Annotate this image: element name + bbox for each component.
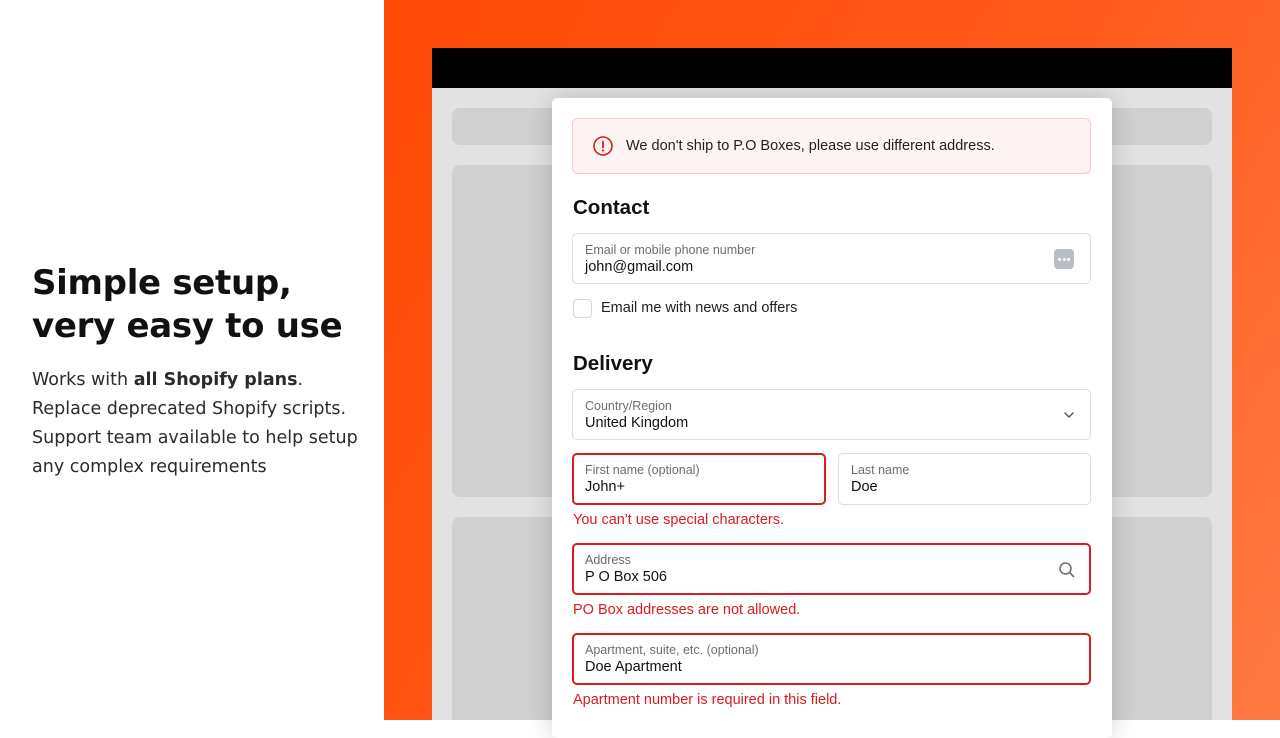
delivery-heading: Delivery bbox=[573, 352, 653, 375]
apartment-value: Doe Apartment bbox=[585, 659, 682, 675]
error-banner-message: We don't ship to P.O Boxes, please use d… bbox=[626, 138, 995, 154]
first-name-label: First name (optional) bbox=[585, 463, 700, 477]
last-name-field[interactable]: Last name Doe bbox=[838, 453, 1091, 505]
email-field[interactable]: Email or mobile phone number john@gmail.… bbox=[572, 233, 1091, 284]
first-name-value: John+ bbox=[585, 479, 625, 495]
country-value: United Kingdom bbox=[585, 415, 689, 431]
description-line2: Replace deprecated Shopify scripts. bbox=[32, 399, 347, 419]
last-name-value: Doe bbox=[851, 479, 878, 495]
alert-circle-icon bbox=[593, 136, 613, 156]
country-label: Country/Region bbox=[585, 399, 672, 413]
description-line1-suffix: . bbox=[297, 370, 304, 390]
apartment-label: Apartment, suite, etc. (optional) bbox=[585, 643, 759, 657]
address-label: Address bbox=[585, 553, 631, 567]
more-dots-icon[interactable] bbox=[1054, 249, 1074, 269]
description-line1-bold: all Shopify plans bbox=[133, 370, 298, 390]
country-select[interactable]: Country/Region United Kingdom bbox=[572, 389, 1091, 440]
description-line3: Support team available to help setup any… bbox=[32, 428, 358, 477]
chevron-down-icon bbox=[1064, 412, 1074, 418]
address-error: PO Box addresses are not allowed. bbox=[573, 602, 801, 618]
description-line1-prefix: Works with bbox=[32, 370, 134, 390]
headline: Simple setup, very easy to use bbox=[32, 263, 343, 346]
search-icon[interactable] bbox=[1057, 560, 1077, 580]
address-value: P O Box 506 bbox=[585, 569, 667, 585]
first-name-field[interactable]: First name (optional) John+ bbox=[572, 453, 826, 505]
newsletter-checkbox[interactable] bbox=[573, 299, 592, 318]
last-name-label: Last name bbox=[851, 463, 910, 477]
marketing-panel: Simple setup, very easy to use Works wit… bbox=[0, 0, 384, 720]
address-field[interactable]: Address P O Box 506 bbox=[572, 543, 1091, 595]
first-name-error: You can't use special characters. bbox=[573, 512, 784, 528]
email-field-label: Email or mobile phone number bbox=[585, 243, 756, 257]
error-banner: We don't ship to P.O Boxes, please use d… bbox=[572, 118, 1091, 174]
email-field-value: john@gmail.com bbox=[585, 259, 694, 275]
apartment-error: Apartment number is required in this fie… bbox=[573, 692, 842, 708]
browser-top-bar bbox=[432, 48, 1232, 88]
newsletter-label: Email me with news and offers bbox=[601, 300, 798, 316]
checkout-form: We don't ship to P.O Boxes, please use d… bbox=[552, 98, 1112, 738]
description: Works with all Shopify plans. Replace de… bbox=[32, 366, 372, 482]
contact-heading: Contact bbox=[573, 196, 650, 219]
apartment-field[interactable]: Apartment, suite, etc. (optional) Doe Ap… bbox=[572, 633, 1091, 685]
